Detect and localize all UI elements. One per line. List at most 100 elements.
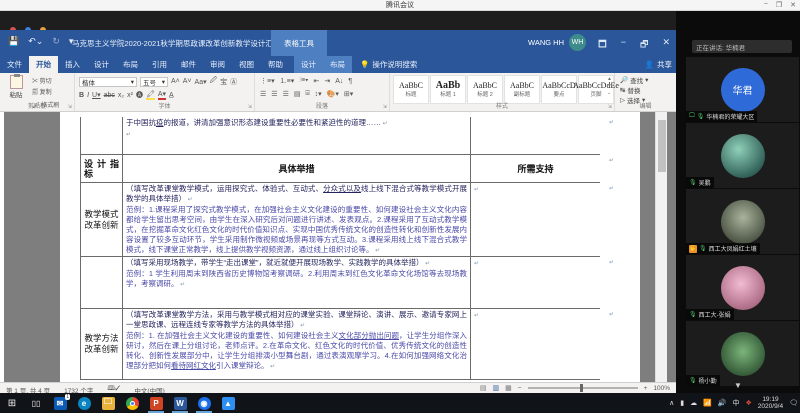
- table-cell[interactable]: ↵: [470, 257, 600, 308]
- italic-icon[interactable]: I: [87, 92, 89, 99]
- paragraph-dialog-launcher-icon[interactable]: ⇲: [383, 104, 387, 110]
- word-close-icon[interactable]: ✕: [662, 37, 670, 53]
- volume-icon[interactable]: 🔊: [718, 399, 727, 407]
- copy-button[interactable]: 🗐 复制: [32, 87, 59, 98]
- account-avatar[interactable]: WH: [569, 34, 586, 51]
- subscript-icon[interactable]: x₂: [118, 92, 124, 99]
- table-cell[interactable]: （填写改革课堂教学模式，运用探究式、体验式、互动式、分众式以及线上线下混合式等教…: [122, 183, 470, 256]
- start-button[interactable]: ⊞: [0, 393, 24, 413]
- network-icon[interactable]: 📶: [703, 399, 712, 407]
- find-button[interactable]: 🔎查找 ▾: [620, 75, 648, 85]
- font-size-combo[interactable]: 五号▾: [140, 77, 168, 87]
- table-cell[interactable]: ↵: [470, 183, 600, 256]
- web-layout-icon[interactable]: ▦: [505, 384, 512, 392]
- table-cell[interactable]: [80, 257, 122, 308]
- meeting-app-icon[interactable]: ◉: [192, 393, 216, 413]
- superscript-icon[interactable]: x²: [127, 92, 133, 99]
- tab-视图[interactable]: 视图: [232, 56, 261, 73]
- mail-app-icon[interactable]: ✉1: [48, 393, 72, 413]
- context-tab-设计[interactable]: 设计: [294, 56, 323, 73]
- zoom-in-icon[interactable]: +: [644, 385, 648, 392]
- collapse-participants-icon[interactable]: ▼: [734, 381, 742, 390]
- table-cell[interactable]: 教学方法改革创新: [80, 309, 122, 379]
- word-restore-icon[interactable]: 🗗: [640, 37, 648, 53]
- vertical-scrollbar[interactable]: [655, 112, 667, 382]
- zoom-slider-thumb[interactable]: [580, 384, 583, 392]
- share-button[interactable]: 👤 共享: [645, 56, 672, 73]
- edge-app-icon[interactable]: e: [72, 393, 96, 413]
- table-cell[interactable]: （填写采用现场教学，带学生“走出课堂”，就近就便开展现场教学、实践教学的具体举措…: [122, 257, 470, 308]
- participant-tile[interactable]: 🎙西工大-张娟: [686, 255, 799, 320]
- style-chip-标题 1[interactable]: AaBb标题 1: [430, 75, 466, 104]
- table-cell[interactable]: （填写改革课堂教学方法，采用与教学模式相对应的课堂实验、课堂辩论、演讲、展示、邀…: [122, 309, 470, 379]
- save-icon[interactable]: 💾: [8, 36, 19, 47]
- styles-up-icon[interactable]: ▲: [607, 76, 612, 82]
- read-mode-icon[interactable]: ▤: [480, 384, 487, 392]
- zoom-out-icon[interactable]: −: [518, 385, 522, 392]
- participant-tile[interactable]: 🎙杨小勤: [686, 321, 799, 386]
- font-name-combo[interactable]: 楷体▾: [79, 77, 137, 87]
- multilevel-list-icon[interactable]: ⫶≡▾: [299, 77, 308, 85]
- tab-审阅[interactable]: 审阅: [203, 56, 232, 73]
- tellme-search[interactable]: 💡 操作说明搜索: [352, 56, 425, 73]
- close-window-icon[interactable]: ✕: [790, 1, 796, 9]
- minimize-window-icon[interactable]: −: [764, 1, 768, 9]
- tab-帮助[interactable]: 帮助: [261, 56, 290, 73]
- text-effects-icon[interactable]: 🅐: [136, 90, 143, 100]
- tab-引用[interactable]: 引用: [145, 56, 174, 73]
- phonetic-guide-icon[interactable]: 宝: [220, 77, 227, 87]
- table-cell[interactable]: 所需支持: [470, 155, 600, 182]
- ime-indicator[interactable]: 中: [733, 398, 740, 408]
- redo-icon[interactable]: ↻: [52, 36, 60, 47]
- align-left-icon[interactable]: ☰: [260, 90, 266, 98]
- participant-tile[interactable]: 🎙吴鹏: [686, 123, 799, 188]
- styles-more-icon[interactable]: ⌄: [607, 90, 612, 96]
- font-color-icon[interactable]: A▾: [158, 90, 166, 100]
- file-explorer-icon[interactable]: 🗀: [96, 393, 120, 413]
- justify-icon[interactable]: ▤: [294, 90, 301, 98]
- decrease-indent-icon[interactable]: ⇤: [313, 77, 319, 85]
- style-chip-副标题[interactable]: AaBbC副标题: [504, 75, 540, 104]
- underline-icon[interactable]: U▾: [92, 91, 101, 99]
- style-chip-要点[interactable]: AaBbCcD要点: [541, 75, 577, 104]
- word-app-icon[interactable]: W: [168, 393, 192, 413]
- enclose-characters-icon[interactable]: Ⓐ: [230, 77, 237, 87]
- bold-icon[interactable]: B: [79, 92, 84, 99]
- ime-app-icon[interactable]: ❖: [746, 399, 752, 407]
- task-view-button[interactable]: ▯▯: [24, 393, 48, 413]
- undo-icon[interactable]: ↶⌄: [28, 36, 43, 47]
- table-cell[interactable]: 教学模式改革创新: [80, 183, 122, 256]
- zoom-slider[interactable]: [528, 387, 638, 389]
- word-minimize-icon[interactable]: −: [621, 37, 626, 53]
- participant-tile[interactable]: 华君🖵🎙华楠君的荣耀大区: [686, 57, 799, 122]
- scrollbar-thumb[interactable]: [658, 120, 666, 172]
- style-chip-标题[interactable]: AaBbC标题: [393, 75, 429, 104]
- account-name[interactable]: WANG HH: [528, 38, 564, 47]
- grow-font-icon[interactable]: A˄: [171, 78, 180, 85]
- line-spacing-icon[interactable]: ↕▾: [315, 90, 322, 98]
- tab-文件[interactable]: 文件: [0, 56, 29, 73]
- shading-icon[interactable]: 🎨▾: [327, 90, 339, 98]
- table-cell[interactable]: [470, 117, 600, 154]
- context-tab-布局[interactable]: 布局: [323, 56, 352, 73]
- replace-button[interactable]: ↹替换: [620, 85, 648, 95]
- cut-button[interactable]: ✂ 剪切: [32, 76, 59, 85]
- voov-app-icon[interactable]: ▲: [216, 393, 240, 413]
- ribbon-display-options-icon[interactable]: 🗖: [598, 37, 607, 53]
- borders-icon[interactable]: ⊞▾: [344, 90, 353, 98]
- align-right-icon[interactable]: ☰: [283, 90, 289, 98]
- style-chip-标题 2[interactable]: AaBbC标题 2: [467, 75, 503, 104]
- tab-开始[interactable]: 开始: [29, 56, 58, 73]
- bullets-icon[interactable]: ⋮≡▾: [260, 77, 275, 85]
- table-cell[interactable]: 于中国抗疫的报道，讲清加强意识形态建设重要性必要性和紧迫性的道理…… ↵↵: [122, 117, 470, 154]
- paste-button[interactable]: 粘贴: [3, 75, 29, 102]
- participant-tile[interactable]: ✋🎙西工大凤娟红土壤: [686, 189, 799, 254]
- sort-icon[interactable]: A↓: [335, 78, 343, 85]
- table-cell[interactable]: ↵: [470, 309, 600, 379]
- onedrive-icon[interactable]: ☁: [690, 399, 697, 407]
- tab-布局[interactable]: 布局: [116, 56, 145, 73]
- table-cell[interactable]: [80, 117, 122, 154]
- styles-dialog-launcher-icon[interactable]: ⇲: [608, 104, 612, 110]
- clear-format-icon[interactable]: 🖉: [210, 76, 217, 87]
- show-marks-icon[interactable]: ¶: [348, 78, 352, 85]
